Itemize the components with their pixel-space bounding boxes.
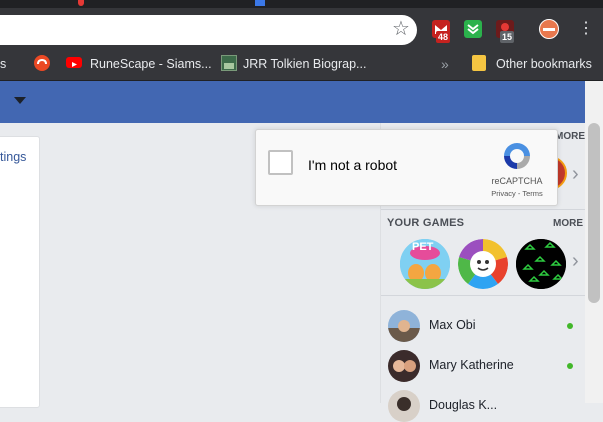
tab-favicon-icon[interactable] <box>78 0 84 6</box>
extension-badge: 48 <box>436 31 451 43</box>
bookmark-tolkien[interactable]: JRR Tolkien Biograp... <box>243 48 366 80</box>
section-divider <box>381 209 585 210</box>
section-divider <box>381 295 585 296</box>
trivia-crack-game-icon[interactable] <box>458 239 508 289</box>
youtube-icon[interactable] <box>66 57 82 68</box>
account-menu-caret-icon[interactable] <box>14 97 26 104</box>
settings-link[interactable]: tings <box>0 150 26 164</box>
recaptcha-logo-icon <box>500 139 534 173</box>
address-bar[interactable] <box>0 15 417 45</box>
recaptcha-checkbox[interactable] <box>268 150 293 175</box>
chevron-right-icon[interactable]: › <box>572 250 579 273</box>
page-thumbnail-icon[interactable] <box>221 55 237 71</box>
avatar <box>388 350 420 382</box>
recaptcha-privacy-link[interactable]: Privacy <box>491 189 516 198</box>
chevron-right-icon[interactable]: › <box>572 163 579 186</box>
feedly-extension-icon[interactable] <box>464 20 482 38</box>
contact-name[interactable]: Max Obi <box>429 318 476 332</box>
contact-name[interactable]: Douglas K... <box>429 398 497 412</box>
tab-strip <box>0 0 603 8</box>
stumbleupon-icon[interactable] <box>34 55 50 71</box>
recaptcha-label: I'm not a robot <box>308 157 398 173</box>
facebook-header-bar <box>0 81 585 123</box>
online-status-dot <box>567 363 573 369</box>
bookmark-runescape[interactable]: RuneScape - Siams... <box>90 48 212 80</box>
recaptcha-brand: reCAPTCHA <box>491 176 543 186</box>
contact-name[interactable]: Mary Katherine <box>429 358 514 372</box>
browser-menu-icon[interactable]: ⋮ <box>578 19 594 39</box>
bookmark-truncated-text[interactable]: s <box>0 48 6 80</box>
profile-avatar[interactable] <box>539 19 559 39</box>
your-games-more-link[interactable]: MORE <box>553 218 583 229</box>
recaptcha-links: Privacy - Terms <box>484 189 550 198</box>
bookmark-star-icon[interactable]: ☆ <box>390 18 412 40</box>
pet-rescue-logo-text: PET <box>412 241 434 253</box>
other-bookmarks[interactable]: Other bookmarks <box>496 48 592 80</box>
contact-row[interactable] <box>388 390 420 422</box>
avatar <box>388 390 420 422</box>
contact-row[interactable] <box>388 350 420 382</box>
tab-favicon-icon[interactable] <box>255 0 265 6</box>
online-status-dot <box>567 323 573 329</box>
top-section-game-icon[interactable] <box>557 156 567 188</box>
left-content-card <box>0 136 40 408</box>
extension-badge: 15 <box>500 31 515 43</box>
your-games-title: YOUR GAMES <box>387 217 465 229</box>
bookmarks-overflow-chevron-icon[interactable]: » <box>441 48 449 80</box>
recaptcha-terms-link[interactable]: Terms <box>522 189 542 198</box>
contact-row[interactable] <box>388 310 420 342</box>
folder-icon[interactable] <box>472 55 486 71</box>
space-game-icon[interactable] <box>516 239 566 289</box>
top-section-more-link[interactable]: MORE <box>555 131 585 142</box>
avatar <box>388 310 420 342</box>
scrollbar-thumb[interactable] <box>588 123 600 303</box>
